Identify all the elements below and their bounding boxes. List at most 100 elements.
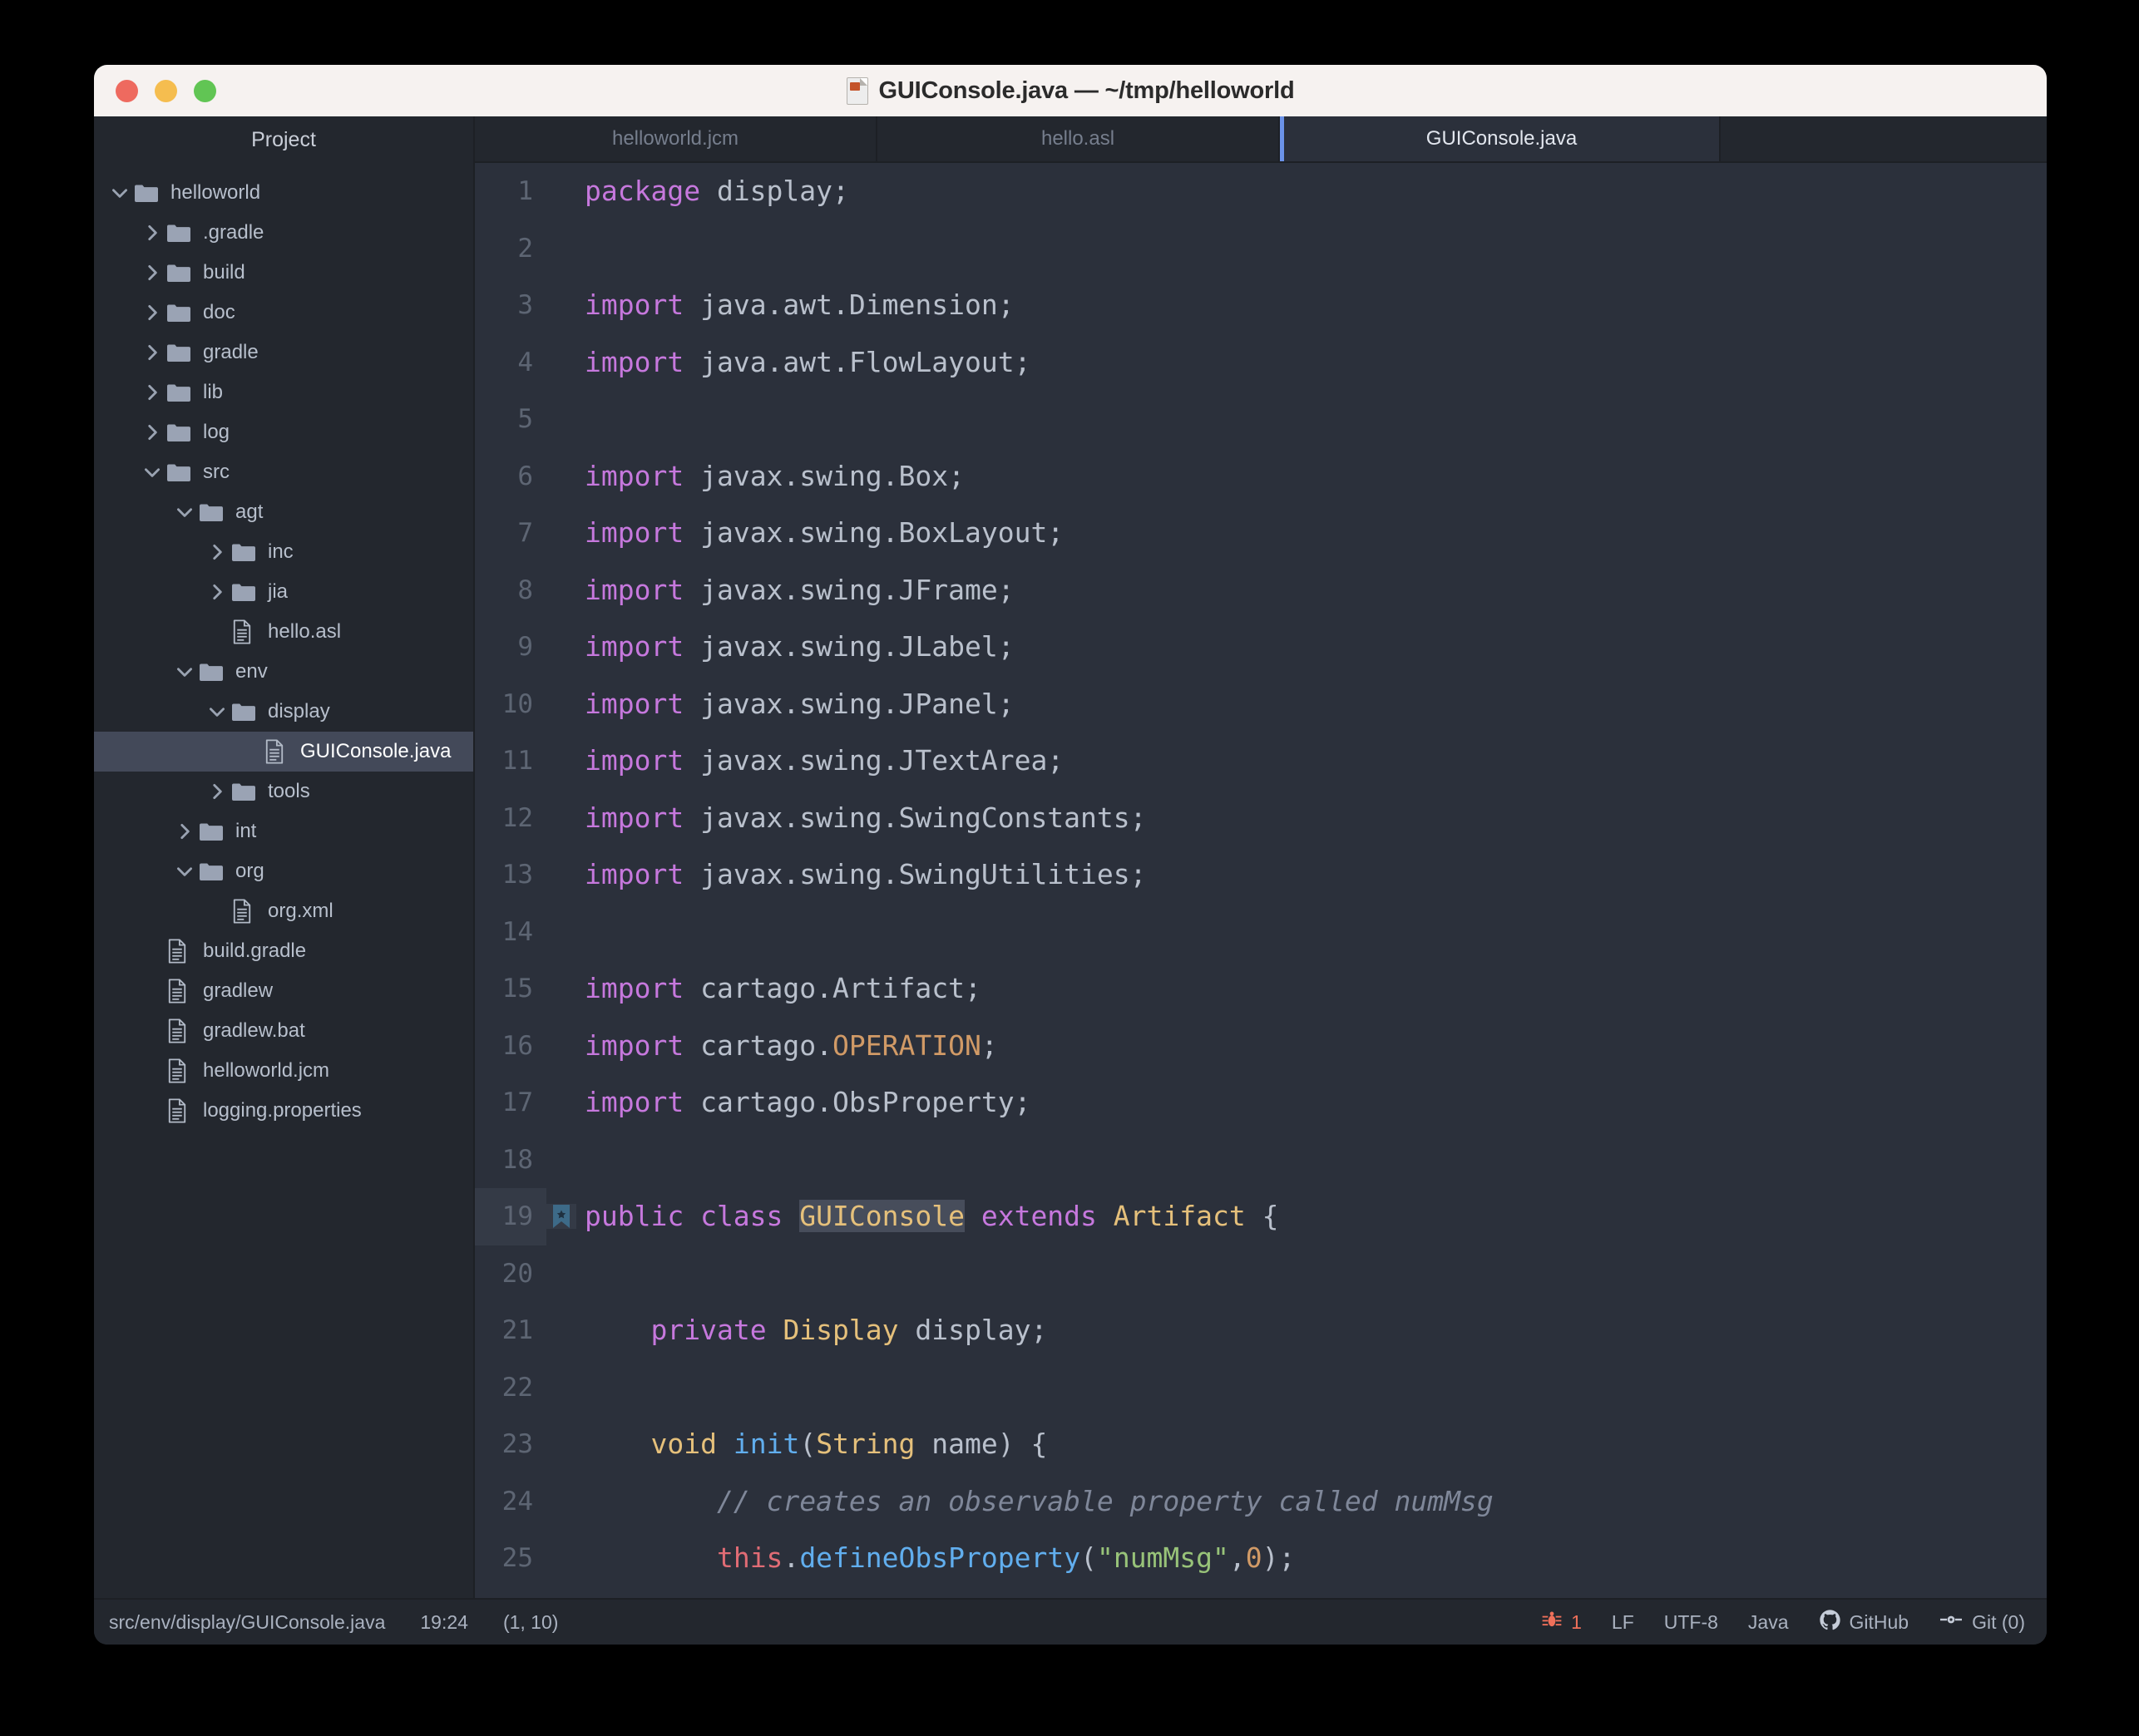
tree-file-row[interactable]: gradlew.bat	[94, 1011, 473, 1051]
tree-item-label: tools	[268, 780, 310, 802]
tree-folder-row[interactable]: build	[94, 253, 473, 293]
code-line[interactable]: 22	[475, 1359, 2047, 1417]
project-tree[interactable]: helloworld .gradle build doc gradle lib log src…	[94, 163, 473, 1131]
tree-folder-row[interactable]: doc	[94, 293, 473, 333]
code-line-text: import javax.swing.JPanel;	[585, 687, 1015, 720]
zoom-button[interactable]	[194, 79, 216, 102]
chevron-right-icon[interactable]	[141, 302, 163, 323]
line-number: 13	[501, 860, 533, 890]
tabbar-filler	[1721, 116, 2047, 161]
bookmark-icon[interactable]	[546, 1204, 576, 1230]
chevron-right-icon[interactable]	[141, 222, 163, 244]
chevron-down-icon[interactable]	[174, 501, 195, 523]
code-line[interactable]: 21 private Display display;	[475, 1302, 2047, 1359]
tree-folder-row[interactable]: src	[94, 452, 473, 492]
tree-folder-row[interactable]: tools	[94, 772, 473, 811]
folder-icon	[166, 421, 191, 444]
tree-file-row[interactable]: helloworld.jcm	[94, 1051, 473, 1091]
code-line-text: import javax.swing.JTextArea;	[585, 744, 1065, 777]
tree-file-row[interactable]: hello.asl	[94, 612, 473, 652]
tree-folder-row[interactable]: inc	[94, 532, 473, 572]
chevron-right-icon[interactable]	[141, 262, 163, 284]
minimize-button[interactable]	[155, 79, 177, 102]
chevron-right-icon[interactable]	[206, 581, 228, 603]
code-line[interactable]: 12 import javax.swing.SwingConstants;	[475, 790, 2047, 847]
tree-file-row[interactable]: org.xml	[94, 891, 473, 931]
code-line[interactable]: 9 import javax.swing.JLabel;	[475, 619, 2047, 676]
code-line[interactable]: 10 import javax.swing.JPanel;	[475, 676, 2047, 733]
chevron-right-icon[interactable]	[141, 342, 163, 363]
tree-folder-row[interactable]: log	[94, 412, 473, 452]
code-line[interactable]: 6 import javax.swing.Box;	[475, 448, 2047, 506]
code-line[interactable]: 15 import cartago.Artifact;	[475, 960, 2047, 1018]
code-line[interactable]: 19 public class GUIConsole extends Artifa…	[475, 1188, 2047, 1245]
chevron-down-icon[interactable]	[141, 461, 163, 483]
code-line[interactable]: 17 import cartago.ObsProperty;	[475, 1074, 2047, 1132]
tree-folder-row[interactable]: display	[94, 692, 473, 732]
line-number: 20	[501, 1258, 533, 1289]
editor-tab[interactable]: hello.asl	[877, 116, 1280, 161]
code-line[interactable]: 4 import java.awt.FlowLayout;	[475, 334, 2047, 392]
code-line[interactable]: 1 package display;	[475, 163, 2047, 220]
tree-folder-row[interactable]: org	[94, 851, 473, 891]
tree-folder-row[interactable]: int	[94, 811, 473, 851]
tree-file-row[interactable]: logging.properties	[94, 1091, 473, 1131]
code-line[interactable]: 5	[475, 391, 2047, 448]
editor-tab[interactable]: helloworld.jcm	[475, 116, 877, 161]
tree-file-row[interactable]: GUIConsole.java	[94, 732, 473, 772]
code-line[interactable]: 23 void init(String name) {	[475, 1416, 2047, 1473]
chevron-right-icon[interactable]	[174, 821, 195, 842]
status-cursor-position[interactable]: (1, 10)	[503, 1611, 558, 1634]
status-encoding[interactable]: UTF-8	[1664, 1611, 1718, 1634]
code-line[interactable]: 7 import javax.swing.BoxLayout;	[475, 505, 2047, 562]
chevron-down-icon[interactable]	[206, 701, 228, 723]
folder-icon	[199, 501, 224, 524]
chevron-down-icon[interactable]	[109, 182, 131, 204]
status-file-path[interactable]: src/env/display/GUIConsole.java	[109, 1611, 385, 1634]
tree-folder-row[interactable]: env	[94, 652, 473, 692]
status-git[interactable]: Git (0)	[1939, 1610, 2025, 1634]
window-titlebar: GUIConsole.java — ~/tmp/helloworld	[94, 65, 2047, 116]
status-line-ending[interactable]: LF	[1612, 1611, 1634, 1634]
code-line[interactable]: 24 // creates an observable property cal…	[475, 1473, 2047, 1531]
tree-item-label: logging.properties	[203, 1099, 362, 1122]
tree-folder-row[interactable]: jia	[94, 572, 473, 612]
code-line[interactable]: 16 import cartago.OPERATION;	[475, 1018, 2047, 1075]
status-language[interactable]: Java	[1748, 1611, 1789, 1634]
tree-folder-row[interactable]: .gradle	[94, 213, 473, 253]
code-line[interactable]: 2	[475, 220, 2047, 278]
tree-item-label: lib	[203, 381, 224, 403]
editor-tab[interactable]: GUIConsole.java	[1280, 116, 1721, 161]
code-line[interactable]: 3 import java.awt.Dimension;	[475, 277, 2047, 334]
code-line[interactable]: 14	[475, 904, 2047, 961]
code-line[interactable]: 11 import javax.swing.JTextArea;	[475, 732, 2047, 790]
tree-item-label: gradlew.bat	[203, 1019, 305, 1042]
folder-icon	[166, 261, 191, 284]
code-line-text: import cartago.Artifact;	[585, 972, 981, 1004]
status-error-indicator[interactable]: 1	[1541, 1609, 1582, 1635]
chevron-down-icon[interactable]	[174, 861, 195, 882]
code-line[interactable]: 13 import javax.swing.SwingUtilities;	[475, 846, 2047, 904]
chevron-right-icon[interactable]	[141, 382, 163, 403]
tree-file-row[interactable]: gradlew	[94, 971, 473, 1011]
tree-item-label: inc	[268, 540, 294, 563]
code-line[interactable]: 18	[475, 1132, 2047, 1189]
chevron-down-icon[interactable]	[174, 661, 195, 683]
tree-folder-row[interactable]: gradle	[94, 333, 473, 372]
bug-icon	[1541, 1609, 1563, 1635]
status-github[interactable]: GitHub	[1819, 1609, 1909, 1636]
code-view[interactable]: 1 package display; 2 3 import java.awt.Dimen…	[475, 163, 2047, 1598]
code-line[interactable]: 25 this.defineObsProperty("numMsg",0);	[475, 1530, 2047, 1587]
chevron-right-icon[interactable]	[141, 422, 163, 443]
code-line[interactable]: 8 import javax.swing.JFrame;	[475, 562, 2047, 619]
editor-tabbar[interactable]: helloworld.jcm hello.asl GUIConsole.java	[475, 116, 2047, 163]
code-line[interactable]: 20	[475, 1245, 2047, 1303]
tree-folder-row[interactable]: lib	[94, 372, 473, 412]
close-button[interactable]	[116, 79, 138, 102]
tree-folder-row[interactable]: helloworld	[94, 173, 473, 213]
tree-file-row[interactable]: build.gradle	[94, 931, 473, 971]
chevron-right-icon[interactable]	[206, 781, 228, 802]
line-number: 4	[517, 347, 533, 377]
chevron-right-icon[interactable]	[206, 541, 228, 563]
tree-folder-row[interactable]: agt	[94, 492, 473, 532]
